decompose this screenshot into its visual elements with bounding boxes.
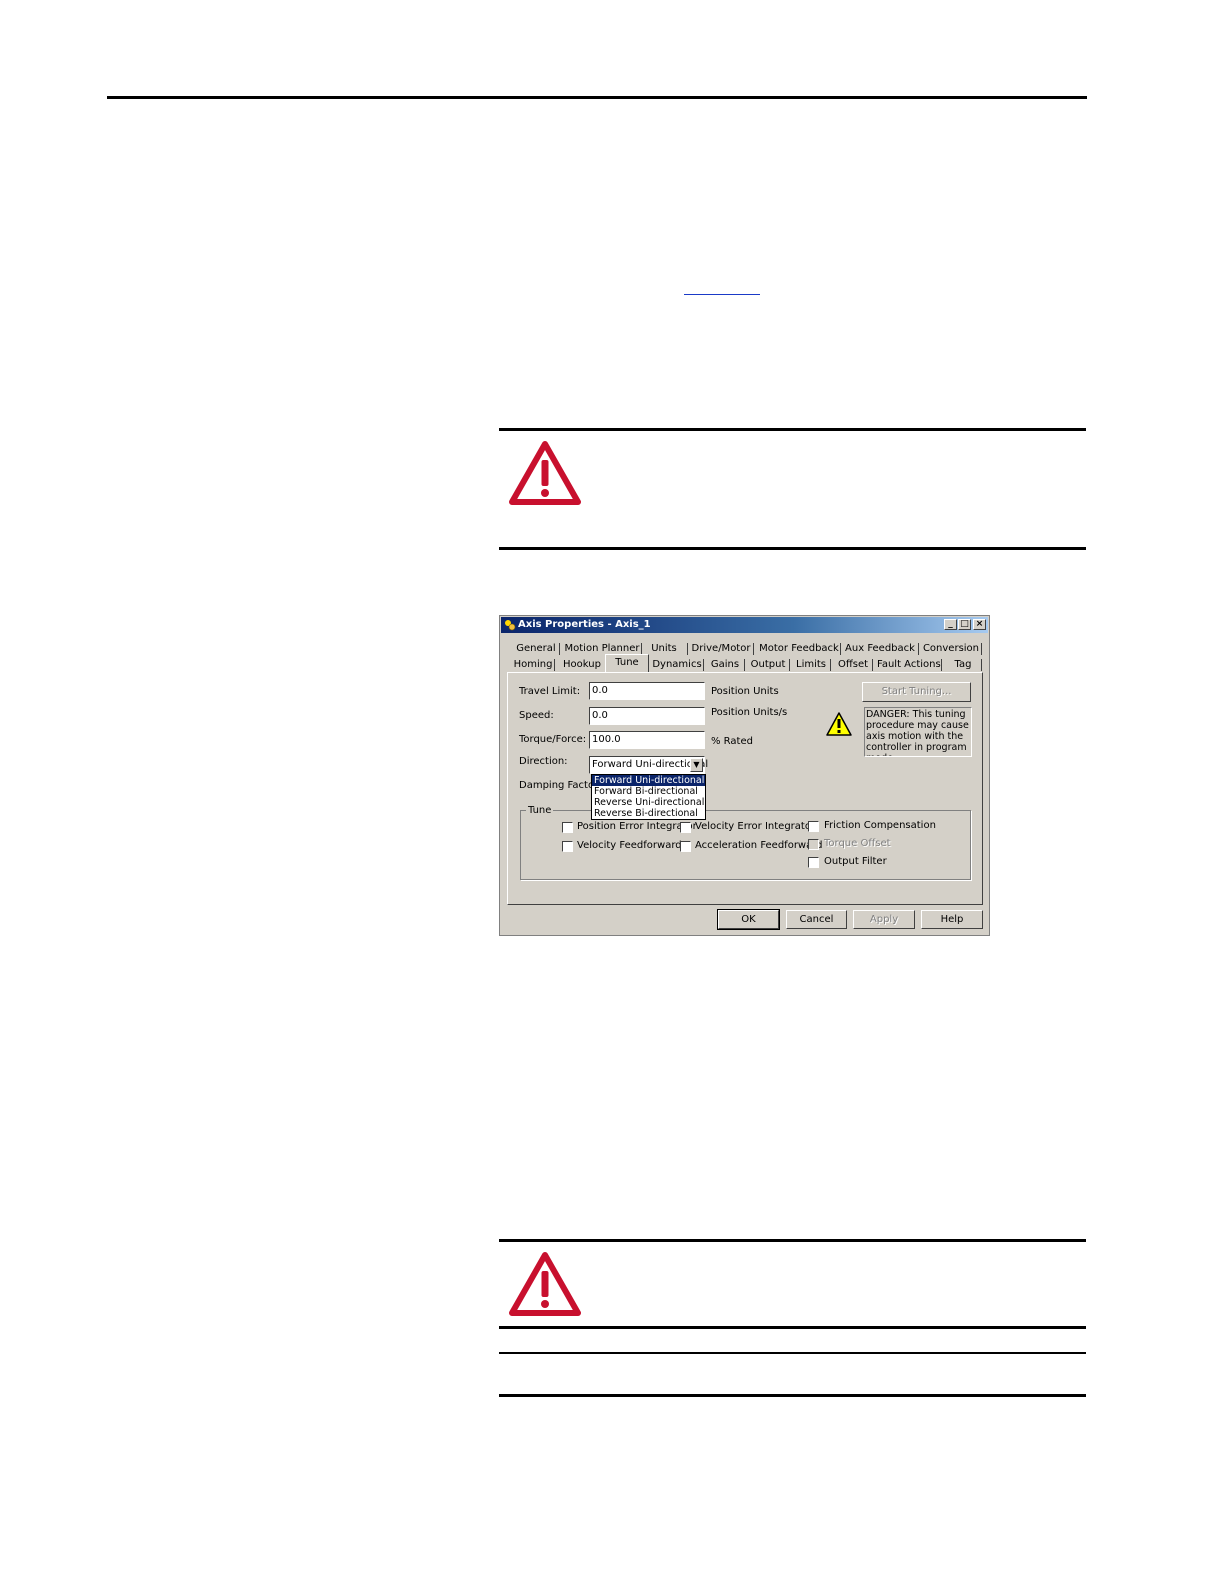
tab-divider — [918, 643, 919, 655]
warning-block-top-rule — [499, 428, 1086, 431]
axis-properties-dialog: Axis Properties - Axis_1 _ □ × General M… — [499, 615, 990, 936]
ok-button[interactable]: OK — [717, 909, 780, 930]
travel-limit-label: Travel Limit: — [519, 686, 581, 697]
direction-select[interactable]: Forward Uni-directional — [589, 756, 708, 774]
dialog-title: Axis Properties - Axis_1 — [518, 619, 651, 630]
torque-force-input[interactable]: 100.0 — [589, 731, 705, 749]
tab-fault-actions[interactable]: Fault Actions — [877, 658, 941, 672]
dialog-titlebar[interactable]: Axis Properties - Axis_1 _ □ × — [501, 617, 988, 633]
friction-compensation-checkbox[interactable] — [808, 821, 819, 832]
start-tuning-button[interactable]: Start Tuning... — [862, 682, 971, 702]
tab-motor-feedback[interactable]: Motor Feedback — [758, 642, 840, 656]
tab-divider — [559, 643, 560, 655]
direction-option[interactable]: Reverse Bi-directional — [592, 808, 705, 819]
note-block-top-rule — [499, 1352, 1086, 1354]
tune-group-label: Tune — [526, 805, 554, 816]
direction-option[interactable]: Forward Bi-directional — [592, 786, 705, 797]
maximize-button[interactable]: □ — [958, 619, 971, 630]
torque-offset-label: Torque Offset — [824, 838, 891, 849]
direction-option[interactable]: Forward Uni-directional — [592, 775, 705, 786]
tab-divider — [830, 659, 831, 671]
torque-offset-checkbox[interactable] — [808, 839, 819, 850]
minimize-button[interactable]: _ — [944, 619, 957, 630]
speed-label: Speed: — [519, 710, 554, 721]
tab-units[interactable]: Units — [646, 642, 682, 656]
direction-dropdown-list: Forward Uni-directional Forward Bi-direc… — [591, 774, 706, 820]
acceleration-feedforward-label: Acceleration Feedforward — [695, 840, 823, 851]
tab-homing[interactable]: Homing — [512, 658, 554, 672]
apply-button[interactable]: Apply — [853, 910, 915, 929]
cancel-button[interactable]: Cancel — [786, 910, 847, 929]
tab-divider — [941, 659, 942, 671]
position-error-integrator-checkbox[interactable] — [562, 822, 573, 833]
tab-divider — [840, 643, 841, 655]
velocity-error-integrator-label: Velocity Error Integrator — [695, 821, 816, 832]
close-button[interactable]: × — [973, 619, 986, 630]
hyperlink-underline[interactable] — [684, 294, 760, 295]
warning-icon — [826, 712, 852, 736]
danger-message: DANGER: This tuning procedure may cause … — [864, 707, 972, 757]
travel-limit-input[interactable]: 0.0 — [589, 682, 705, 700]
tab-dynamics[interactable]: Dynamics — [651, 658, 703, 672]
direction-option[interactable]: Reverse Uni-directional — [592, 797, 705, 808]
tab-divider — [703, 659, 704, 671]
tab-conversion[interactable]: Conversion — [922, 642, 980, 656]
tab-general[interactable]: General — [514, 642, 558, 656]
output-filter-checkbox[interactable] — [808, 857, 819, 868]
travel-limit-unit: Position Units — [711, 686, 779, 697]
tab-limits[interactable]: Limits — [793, 658, 829, 672]
note-block-bottom-rule — [499, 1394, 1086, 1397]
warning-triangle-icon — [509, 1252, 581, 1316]
damping-factor-label: Damping Factor: — [519, 780, 602, 791]
tab-divider — [981, 643, 982, 655]
tab-divider — [687, 643, 688, 655]
dropdown-arrow-icon[interactable]: ▼ — [690, 758, 703, 772]
tab-divider — [753, 643, 754, 655]
speed-input[interactable]: 0.0 — [589, 707, 705, 725]
velocity-feedforward-label: Velocity Feedforward — [577, 840, 682, 851]
axis-app-icon — [505, 620, 516, 631]
warning-block-bottom-rule — [499, 1326, 1086, 1329]
tab-output[interactable]: Output — [748, 658, 788, 672]
warning-block-bottom-rule — [499, 547, 1086, 550]
tab-divider — [872, 659, 873, 671]
tab-gains[interactable]: Gains — [707, 658, 743, 672]
warning-block-top-rule — [499, 1239, 1086, 1242]
tab-offset[interactable]: Offset — [834, 658, 872, 672]
friction-compensation-label: Friction Compensation — [824, 820, 936, 831]
help-button[interactable]: Help — [921, 910, 983, 929]
tab-divider — [981, 659, 982, 671]
tab-drive-motor[interactable]: Drive/Motor — [691, 642, 751, 656]
tab-hookup[interactable]: Hookup — [559, 658, 605, 672]
direction-label: Direction: — [519, 756, 568, 767]
tab-divider — [744, 659, 745, 671]
position-error-integrator-label: Position Error Integrator — [577, 821, 697, 832]
tab-tag[interactable]: Tag — [946, 658, 980, 672]
tab-tune[interactable]: Tune — [605, 654, 649, 673]
header-rule — [107, 96, 1087, 99]
tab-divider — [789, 659, 790, 671]
torque-force-label: Torque/Force: — [519, 734, 587, 745]
velocity-error-integrator-checkbox[interactable] — [680, 822, 691, 833]
acceleration-feedforward-checkbox[interactable] — [680, 841, 691, 852]
tab-divider — [554, 659, 555, 671]
velocity-feedforward-checkbox[interactable] — [562, 841, 573, 852]
tab-aux-feedback[interactable]: Aux Feedback — [844, 642, 916, 656]
output-filter-label: Output Filter — [824, 856, 887, 867]
torque-force-unit: % Rated — [711, 736, 753, 747]
warning-triangle-icon — [509, 441, 581, 505]
speed-unit: Position Units/s — [711, 707, 788, 718]
